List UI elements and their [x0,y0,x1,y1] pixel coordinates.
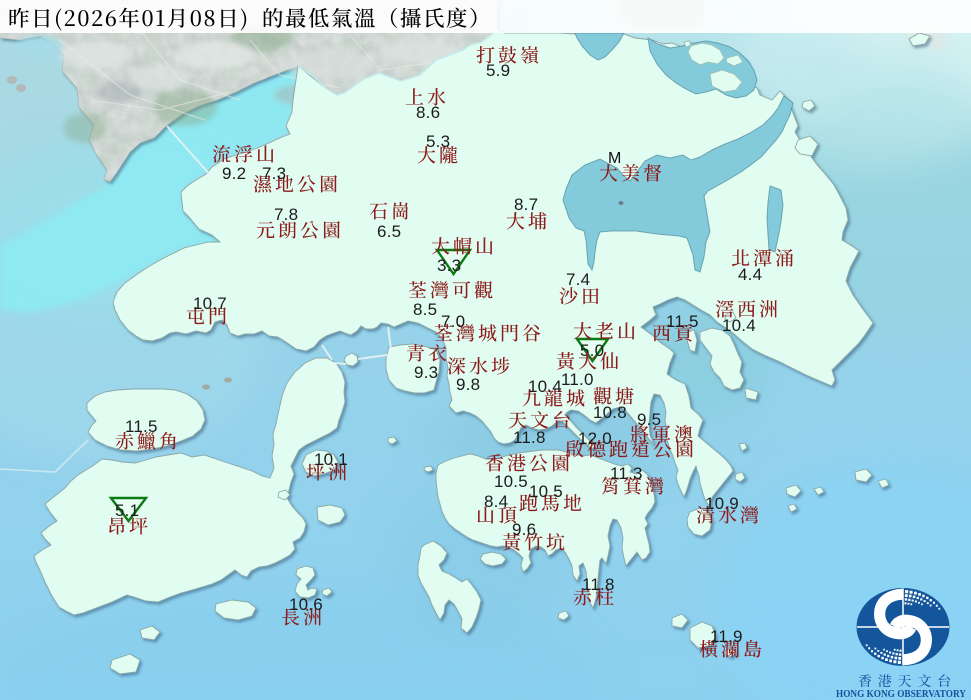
svg-text:4.4: 4.4 [738,265,762,284]
svg-text:10.4: 10.4 [722,316,756,335]
svg-text:11.3: 11.3 [610,464,643,483]
svg-text:10.6: 10.6 [289,595,323,614]
svg-text:9.6: 9.6 [512,520,536,539]
svg-text:M: M [608,150,621,167]
svg-text:11.9: 11.9 [710,627,743,646]
svg-text:11.5: 11.5 [125,417,158,436]
svg-text:5.3: 5.3 [426,132,450,151]
svg-text:10.5: 10.5 [494,472,528,491]
svg-text:9.2: 9.2 [222,164,246,183]
svg-text:11.8: 11.8 [582,575,615,594]
svg-text:5.1: 5.1 [115,501,139,520]
svg-text:8.6: 8.6 [416,103,440,122]
svg-text:7.8: 7.8 [274,205,298,224]
svg-text:9.8: 9.8 [456,375,480,394]
svg-text:8.5: 8.5 [413,300,437,319]
svg-text:8.4: 8.4 [484,492,508,511]
svg-text:12.0: 12.0 [578,429,612,448]
svg-text:10.9: 10.9 [705,494,739,513]
svg-text:7.3: 7.3 [262,164,286,183]
svg-text:7.0: 7.0 [441,312,465,331]
svg-text:6.5: 6.5 [377,222,401,241]
svg-text:7.4: 7.4 [566,270,590,289]
svg-text:5.0: 5.0 [580,341,604,360]
svg-text:3.3: 3.3 [437,256,461,275]
svg-text:10.5: 10.5 [529,482,563,501]
svg-text:9.3: 9.3 [414,363,438,382]
svg-text:10.8: 10.8 [593,403,627,422]
svg-text:5.9: 5.9 [486,61,510,80]
svg-text:11.5: 11.5 [666,312,699,331]
svg-text:11.8: 11.8 [513,428,546,447]
svg-text:11.0: 11.0 [561,370,594,389]
svg-text:10.4: 10.4 [528,377,562,396]
svg-text:8.7: 8.7 [514,195,538,214]
svg-text:9.5: 9.5 [637,410,661,429]
svg-text:HONG KONG OBSERVATORY: HONG KONG OBSERVATORY [836,688,966,700]
svg-text:10.7: 10.7 [193,294,227,313]
svg-text:10.1: 10.1 [314,450,348,469]
